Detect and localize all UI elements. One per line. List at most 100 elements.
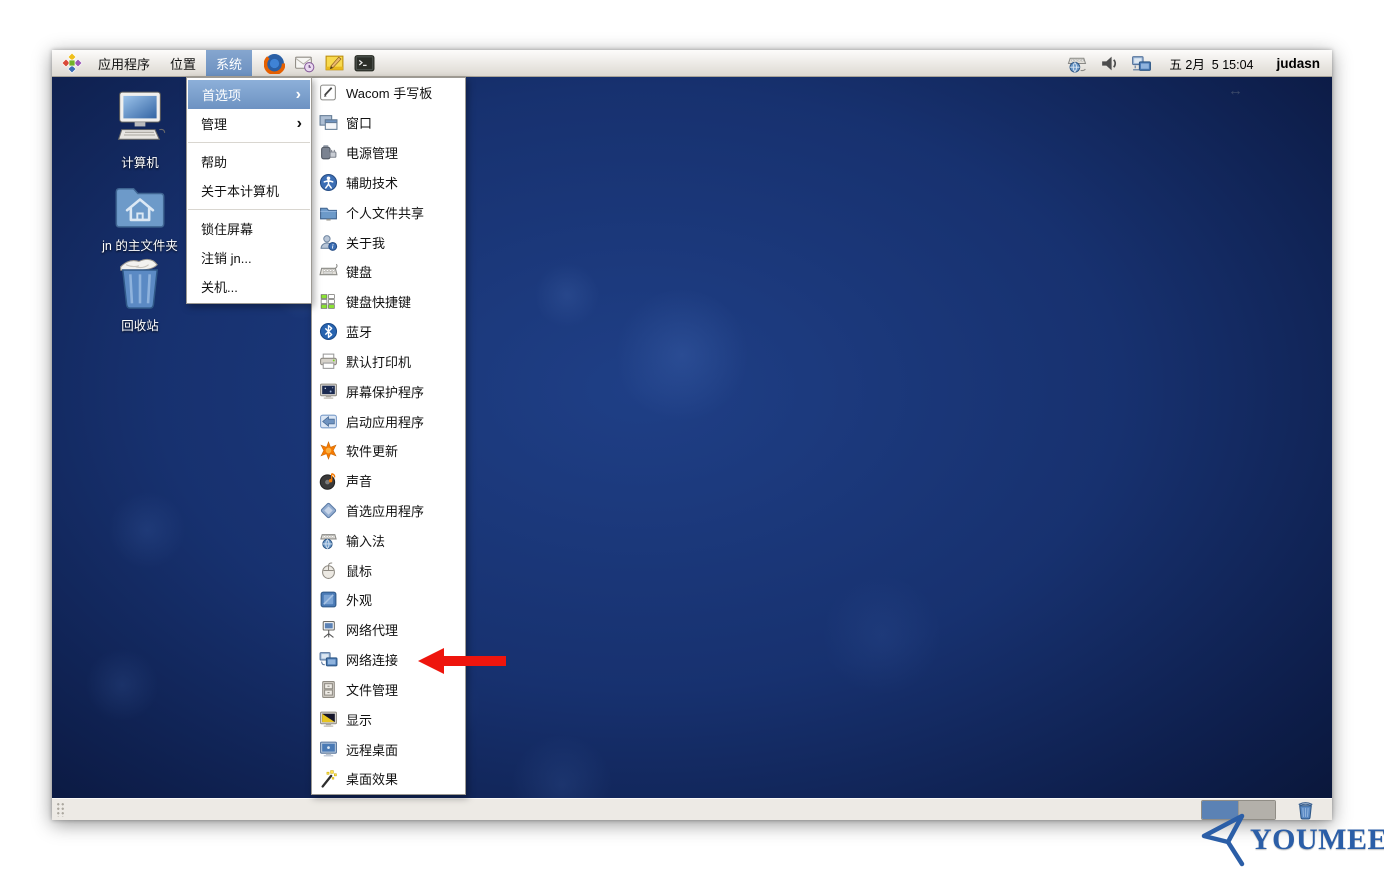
pref-item-label: 网络代理: [346, 620, 398, 639]
pref-item-label: 关于我: [346, 233, 385, 252]
pref-item-assistive-technologies[interactable]: 辅助技术: [312, 167, 465, 197]
pref-item-windows[interactable]: 窗口: [312, 108, 465, 138]
menu-applications[interactable]: 应用程序: [88, 50, 160, 76]
desktop-icon-trash[interactable]: 回收站: [80, 255, 200, 334]
menu-item-help[interactable]: 帮助: [187, 147, 311, 176]
default-printer-icon: [319, 352, 338, 371]
pref-item-network-proxy[interactable]: 网络代理: [312, 615, 465, 645]
pref-item-label: 个人文件共享: [346, 203, 424, 222]
username[interactable]: judasn: [1276, 56, 1326, 71]
pref-item-about-me[interactable]: i 关于我: [312, 227, 465, 257]
software-update-icon: [319, 441, 338, 460]
menu-item-about-computer[interactable]: 关于本计算机: [187, 176, 311, 205]
watermark: YOUMEEK: [1198, 812, 1384, 868]
pref-item-label: 声音: [346, 471, 372, 490]
pref-item-power-management[interactable]: 电源管理: [312, 138, 465, 168]
pref-item-input-method[interactable]: 输入法: [312, 525, 465, 555]
pref-item-label: 键盘: [346, 262, 372, 281]
system-menu: 首选项 › 管理 › 帮助 关于本计算机 锁住屏幕 注销 jn... 关机...: [186, 77, 312, 304]
pref-item-label: 显示: [346, 710, 372, 729]
pref-item-label: Wacom 手写板: [346, 83, 432, 102]
pref-item-software-update[interactable]: 软件更新: [312, 436, 465, 466]
menu-separator: [188, 209, 310, 210]
pref-item-label: 文件管理: [346, 680, 398, 699]
input-method-tray-icon[interactable]: [1067, 53, 1088, 74]
display-icon: [319, 710, 338, 729]
pref-item-label: 软件更新: [346, 441, 398, 460]
pref-item-desktop-effects[interactable]: 桌面效果: [312, 764, 465, 794]
network-connections-icon: [319, 650, 338, 669]
pref-item-keyboard-shortcuts[interactable]: 键盘快捷键: [312, 287, 465, 317]
pref-item-sound[interactable]: 声音: [312, 466, 465, 496]
pref-item-screensaver[interactable]: 屏幕保护程序: [312, 376, 465, 406]
distro-logo-icon[interactable]: [60, 51, 84, 75]
pref-item-wacom-tablet[interactable]: Wacom 手写板: [312, 78, 465, 108]
desktop-icon-label: 回收站: [121, 315, 159, 334]
pref-item-label: 启动应用程序: [346, 412, 424, 431]
pref-item-appearance[interactable]: 外观: [312, 585, 465, 615]
keyboard-icon: [319, 262, 338, 281]
network-proxy-icon: [319, 620, 338, 639]
bluetooth-icon: [319, 322, 338, 341]
menu-item-label: 帮助: [201, 152, 227, 171]
taskbar-grip-handle[interactable]: [56, 802, 66, 817]
pref-item-remote-desktop[interactable]: 远程桌面: [312, 734, 465, 764]
desktop-effects-icon: [319, 769, 338, 788]
notes-launcher-icon[interactable]: [324, 53, 345, 74]
pref-item-label: 默认打印机: [346, 352, 411, 371]
menu-system[interactable]: 系统: [206, 50, 252, 76]
top-panel: 应用程序 位置 系统: [52, 50, 1332, 77]
network-tray-icon[interactable]: [1131, 53, 1152, 74]
screensaver-icon: [319, 382, 338, 401]
desktop-icon-label: 计算机: [121, 152, 159, 171]
menu-item-administration[interactable]: 管理 ›: [187, 109, 311, 138]
menu-item-label: 注销 jn...: [201, 248, 252, 267]
menu-item-label: 关于本计算机: [201, 181, 279, 200]
pref-item-bluetooth[interactable]: 蓝牙: [312, 317, 465, 347]
wacom-tablet-icon: [319, 83, 338, 102]
pref-item-personal-file-sharing[interactable]: 个人文件共享: [312, 197, 465, 227]
pref-item-keyboard[interactable]: 键盘: [312, 257, 465, 287]
menu-item-lock-screen[interactable]: 锁住屏幕: [187, 214, 311, 243]
pref-item-display[interactable]: 显示: [312, 704, 465, 734]
remote-desktop-icon: [319, 740, 338, 759]
menu-item-preferences[interactable]: 首选项 ›: [188, 80, 310, 109]
menu-item-label: 锁住屏幕: [201, 219, 253, 238]
keyboard-shortcuts-icon: [319, 292, 338, 311]
pref-item-mouse[interactable]: 鼠标: [312, 555, 465, 585]
desktop-icon-label: jn 的主文件夹: [102, 235, 178, 254]
menu-places[interactable]: 位置: [160, 50, 206, 76]
terminal-launcher-icon[interactable]: [354, 53, 375, 74]
pref-item-default-printer[interactable]: 默认打印机: [312, 346, 465, 376]
mouse-icon: [319, 561, 338, 580]
firefox-launcher-icon[interactable]: [264, 53, 285, 74]
system-tray: 五 2月 5 15:04 judasn: [1067, 53, 1332, 74]
desktop-icon-home-folder[interactable]: jn 的主文件夹: [80, 181, 200, 254]
power-management-icon: [319, 143, 338, 162]
pref-item-startup-applications[interactable]: 启动应用程序: [312, 406, 465, 436]
startup-applications-icon: [319, 412, 338, 431]
file-management-icon: [319, 680, 338, 699]
pref-item-label: 外观: [346, 590, 372, 609]
submenu-arrow-icon: ›: [296, 87, 301, 103]
about-me-icon: i: [319, 233, 338, 252]
pref-item-preferred-applications[interactable]: 首选应用程序: [312, 496, 465, 526]
pref-item-label: 辅助技术: [346, 173, 398, 192]
pref-item-label: 窗口: [346, 113, 372, 132]
pref-item-label: 电源管理: [346, 143, 398, 162]
menu-item-shutdown[interactable]: 关机...: [187, 272, 311, 301]
volume-tray-icon[interactable]: [1099, 53, 1120, 74]
menu-item-logout[interactable]: 注销 jn...: [187, 243, 311, 272]
clock[interactable]: 五 2月 5 15:04: [1169, 54, 1253, 73]
pref-item-file-management[interactable]: 文件管理: [312, 675, 465, 705]
windows-icon: [319, 113, 338, 132]
preferred-applications-icon: [319, 501, 338, 520]
menu-item-label: 关机...: [201, 277, 238, 296]
input-method-icon: [319, 531, 338, 550]
pref-item-label: 屏幕保护程序: [346, 382, 424, 401]
watermark-arrow-icon: [1198, 812, 1250, 868]
desktop-icon-computer[interactable]: 计算机: [80, 90, 200, 171]
menu-item-label: 首选项: [202, 85, 241, 104]
email-launcher-icon[interactable]: [294, 53, 315, 74]
pref-item-label: 输入法: [346, 531, 385, 550]
